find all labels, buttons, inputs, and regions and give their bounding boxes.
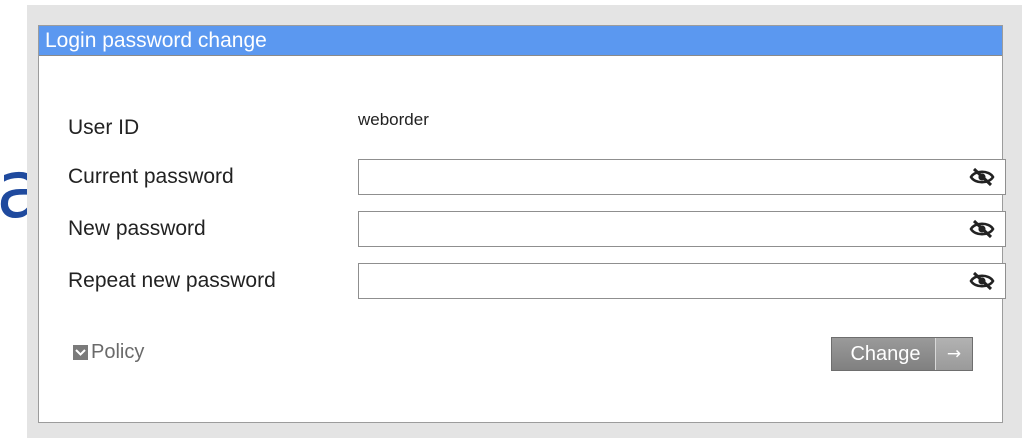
repeat-password-field: [358, 263, 1006, 299]
user-id-row: User ID weborder: [68, 110, 978, 146]
policy-toggle[interactable]: Policy: [73, 340, 144, 364]
eye-slash-icon[interactable]: [969, 271, 995, 291]
password-change-panel: Login password change User ID weborder C…: [38, 25, 1006, 423]
current-password-row: Current password: [68, 159, 1006, 195]
repeat-password-row: Repeat new password: [68, 263, 1006, 299]
panel-title: Login password change: [39, 26, 1002, 56]
new-password-label: New password: [68, 217, 206, 240]
current-password-field: [358, 159, 1006, 195]
user-id-value: weborder: [358, 110, 429, 129]
repeat-password-label: Repeat new password: [68, 269, 276, 292]
repeat-password-input[interactable]: [365, 265, 959, 299]
new-password-row: New password: [68, 211, 1006, 247]
current-password-label: Current password: [68, 165, 234, 188]
arrow-right-icon: →: [935, 338, 972, 370]
change-button[interactable]: Change →: [831, 337, 973, 371]
new-password-input[interactable]: [365, 213, 959, 247]
current-password-input[interactable]: [365, 161, 959, 195]
chevron-down-icon: [73, 344, 88, 360]
user-id-label: User ID: [68, 116, 140, 139]
policy-label: Policy: [91, 341, 145, 363]
eye-slash-icon[interactable]: [969, 167, 995, 187]
eye-slash-icon[interactable]: [969, 219, 995, 239]
new-password-field: [358, 211, 1006, 247]
change-button-label: Change: [832, 338, 935, 370]
